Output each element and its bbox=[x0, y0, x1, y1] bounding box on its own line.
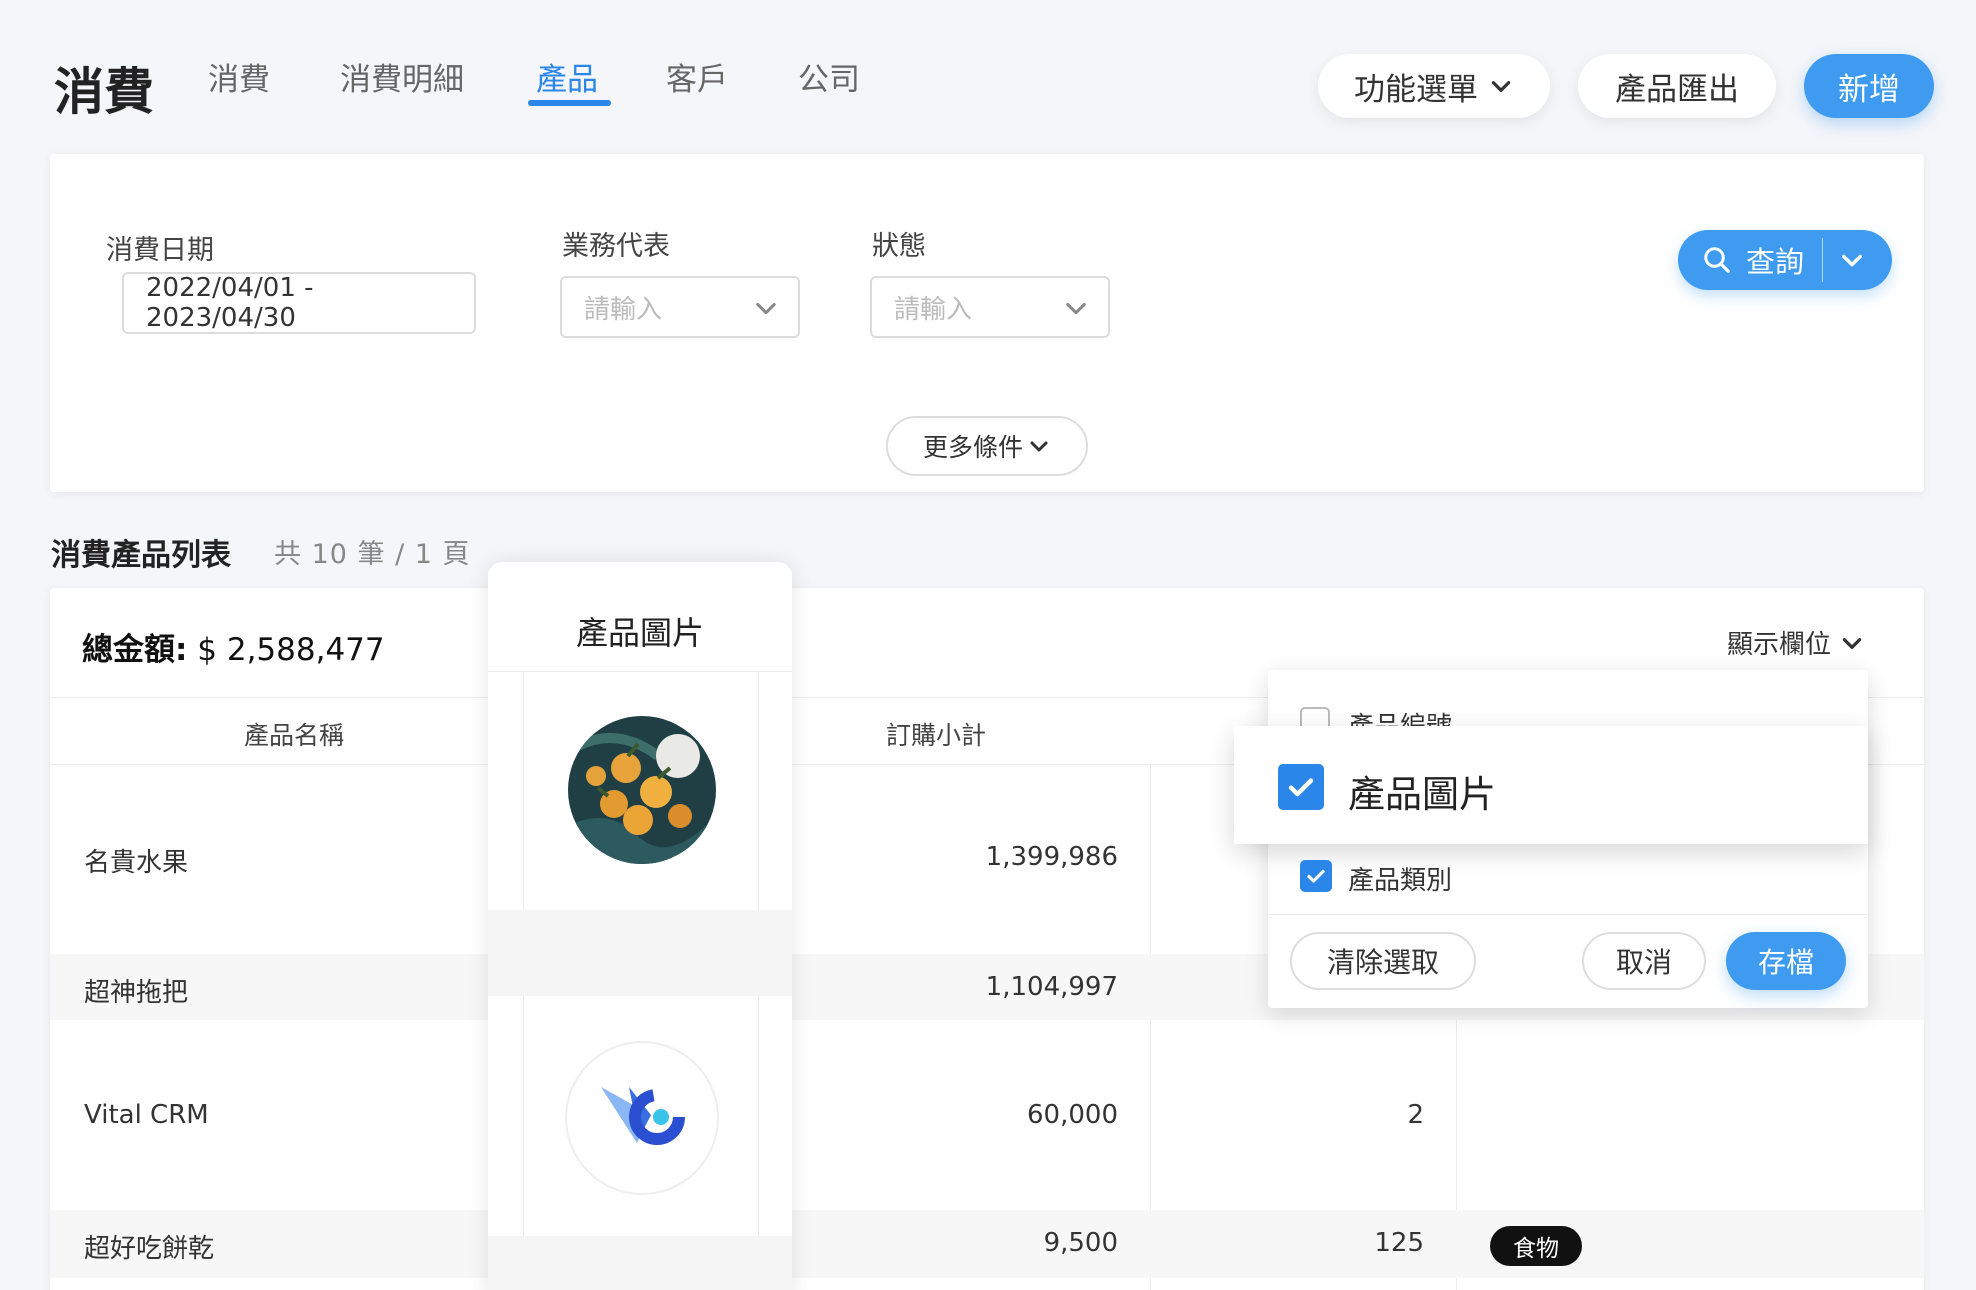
product-name: 超好吃餅乾 bbox=[84, 1234, 215, 1264]
function-menu-button[interactable]: 功能選單 bbox=[1318, 54, 1550, 118]
add-label: 新增 bbox=[1838, 71, 1900, 108]
chevron-down-icon bbox=[756, 302, 776, 315]
tab-consumption[interactable]: 消費 bbox=[208, 54, 270, 99]
table-row-stripe bbox=[488, 1236, 792, 1290]
status-label: 狀態 bbox=[872, 231, 926, 262]
cancel-label: 取消 bbox=[1615, 946, 1672, 979]
option-label-product-image: 產品圖片 bbox=[1348, 773, 1496, 816]
product-image-fruit bbox=[568, 716, 716, 864]
date-label: 消費日期 bbox=[106, 235, 214, 266]
function-menu-label: 功能選單 bbox=[1354, 71, 1478, 108]
clear-selection-button[interactable]: 清除選取 bbox=[1290, 932, 1476, 990]
column-header-subtotal[interactable]: 訂購小計 bbox=[886, 716, 986, 752]
more-conditions-label: 更多條件 bbox=[922, 433, 1023, 462]
check-icon bbox=[1307, 869, 1325, 883]
date-range-input[interactable]: 2022/04/01 - 2023/04/30 bbox=[122, 272, 476, 334]
category-badge: 食物 bbox=[1490, 1226, 1582, 1266]
tab-companies[interactable]: 公司 bbox=[798, 54, 860, 99]
add-button[interactable]: 新增 bbox=[1804, 54, 1934, 118]
clear-selection-label: 清除選取 bbox=[1326, 946, 1439, 979]
column-header-image[interactable]: 產品圖片 bbox=[488, 608, 792, 654]
subtotal: 60,000 bbox=[1027, 1100, 1118, 1130]
product-name: 超神拖把 bbox=[84, 978, 189, 1008]
subtotal: 1,104,997 bbox=[985, 972, 1118, 1002]
checkbox-product-image[interactable] bbox=[1278, 764, 1324, 810]
divider bbox=[488, 671, 792, 672]
check-icon bbox=[1288, 778, 1314, 797]
product-name: 名貴水果 bbox=[84, 848, 189, 878]
more-conditions-button[interactable]: 更多條件 bbox=[886, 416, 1088, 476]
tab-products[interactable]: 產品 bbox=[536, 54, 598, 99]
status-select[interactable]: 請輸入 bbox=[870, 276, 1110, 338]
option-label-product-id: 產品編號 bbox=[1348, 706, 1452, 726]
show-columns-label: 顯示欄位 bbox=[1727, 630, 1832, 660]
sales-rep-label: 業務代表 bbox=[562, 231, 670, 262]
save-button[interactable]: 存檔 bbox=[1726, 932, 1846, 990]
quantity: 125 bbox=[1374, 1228, 1424, 1258]
list-title: 消費產品列表 bbox=[51, 538, 231, 573]
table-row-stripe bbox=[488, 910, 792, 996]
sales-rep-placeholder: 請輸入 bbox=[584, 294, 663, 325]
save-label: 存檔 bbox=[1757, 946, 1814, 979]
export-label: 產品匯出 bbox=[1615, 71, 1739, 108]
subtotal: 1,399,986 bbox=[985, 842, 1118, 872]
search-icon bbox=[1704, 247, 1730, 273]
date-range-value: 2022/04/01 - 2023/04/30 bbox=[146, 273, 314, 333]
checkbox-product-category[interactable] bbox=[1300, 860, 1332, 892]
chevron-down-icon bbox=[1842, 637, 1862, 649]
export-products-button[interactable]: 產品匯出 bbox=[1578, 54, 1776, 118]
tab-consumption-detail[interactable]: 消費明細 bbox=[340, 54, 464, 99]
tab-customers[interactable]: 客戶 bbox=[666, 54, 728, 99]
sales-rep-select[interactable]: 請輸入 bbox=[560, 276, 800, 338]
cancel-button[interactable]: 取消 bbox=[1582, 932, 1706, 990]
query-button[interactable]: 查詢 bbox=[1678, 230, 1892, 290]
chevron-down-icon bbox=[1030, 441, 1048, 452]
chevron-down-icon[interactable] bbox=[1838, 246, 1866, 274]
status-placeholder: 請輸入 bbox=[894, 294, 973, 325]
chevron-down-icon bbox=[1491, 81, 1511, 92]
chevron-down-icon bbox=[1066, 302, 1086, 315]
active-tab-indicator bbox=[528, 100, 611, 106]
split-divider bbox=[1822, 238, 1823, 282]
option-label-product-category: 產品類別 bbox=[1348, 866, 1453, 896]
show-columns-button[interactable]: 顯示欄位 bbox=[1727, 624, 1865, 661]
page-title: 消費 bbox=[54, 63, 154, 121]
column-header-name[interactable]: 產品名稱 bbox=[244, 716, 344, 752]
divider bbox=[1268, 914, 1868, 915]
column-option-image-highlight[interactable] bbox=[1234, 726, 1868, 844]
subtotal: 9,500 bbox=[1043, 1228, 1118, 1258]
product-image-logo bbox=[565, 1041, 719, 1195]
product-name: Vital CRM bbox=[84, 1100, 209, 1130]
query-label: 查詢 bbox=[1746, 245, 1805, 279]
total-label: 總金額: bbox=[82, 632, 188, 668]
total-amount: 總金額: $ 2,588,477 bbox=[82, 624, 385, 669]
list-count: 共 10 筆 / 1 頁 bbox=[274, 539, 471, 570]
quantity: 2 bbox=[1407, 1100, 1424, 1130]
total-value: $ 2,588,477 bbox=[197, 632, 385, 668]
